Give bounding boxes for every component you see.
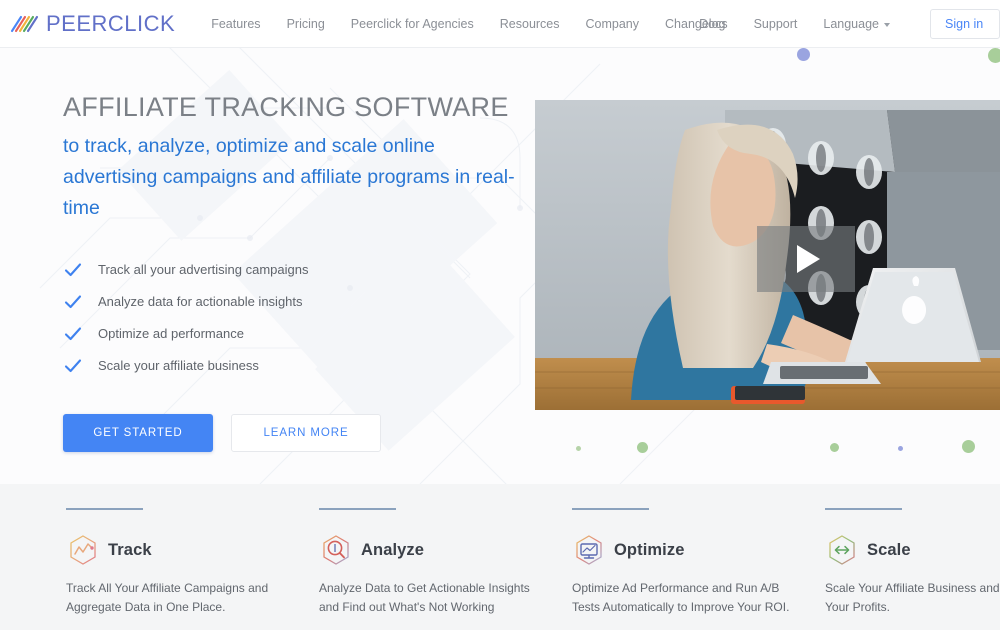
hero-copy: AFFILIATE TRACKING SOFTWARE to track, an… <box>63 92 533 453</box>
hero-video-thumbnail[interactable] <box>535 100 1000 410</box>
check-icon <box>64 263 82 276</box>
divider <box>66 508 143 510</box>
brand-name: PEERCLICK <box>46 10 176 36</box>
list-item: Track all your advertising campaigns <box>63 257 533 282</box>
feature-header: Scale <box>825 533 1000 567</box>
feature-description: Scale Your Affiliate Business and Multip… <box>825 581 1000 615</box>
nav-item-resources[interactable]: Resources <box>500 17 560 31</box>
nav-item-agencies[interactable]: Peerclick for Agencies <box>351 17 474 31</box>
feature-card-scale: Scale Scale Your Affiliate Business and … <box>825 484 1000 618</box>
learn-more-button[interactable]: LEARN MORE <box>231 414 381 453</box>
feature-title: Track <box>108 540 152 559</box>
secondary-nav: Docs Support Language Sign in <box>699 0 1000 48</box>
list-item-label: Optimize ad performance <box>98 326 244 342</box>
sign-in-button[interactable]: Sign in <box>930 9 1000 39</box>
feature-title: Optimize <box>614 540 685 559</box>
check-icon <box>64 359 82 372</box>
decor-dot-green-2 <box>637 442 648 453</box>
decor-dot-green-3 <box>830 443 839 452</box>
chevron-down-icon <box>884 22 890 27</box>
hero-feature-list: Track all your advertising campaigns Ana… <box>63 257 533 378</box>
get-started-button[interactable]: GET STARTED <box>63 414 213 453</box>
optimize-hexagon-monitor-icon <box>576 535 602 565</box>
divider <box>572 508 649 510</box>
decor-dot-green-1 <box>576 446 581 451</box>
nav-item-pricing[interactable]: Pricing <box>287 17 325 31</box>
features-section: Track Track All Your Affiliate Campaigns… <box>0 484 1000 630</box>
feature-description: Analyze Data to Get Actionable Insights … <box>319 581 530 615</box>
hero-section: AFFILIATE TRACKING SOFTWARE to track, an… <box>0 48 1000 484</box>
feature-card-track: Track Track All Your Affiliate Campaigns… <box>66 484 319 618</box>
feature-description: Optimize Ad Performance and Run A/B Test… <box>572 581 790 615</box>
features-grid: Track Track All Your Affiliate Campaigns… <box>66 484 1000 618</box>
nav-item-support[interactable]: Support <box>754 17 798 31</box>
list-item-label: Scale your affiliate business <box>98 358 259 374</box>
hero-title: AFFILIATE TRACKING SOFTWARE <box>63 92 509 122</box>
feature-card-analyze: Analyze Analyze Data to Get Actionable I… <box>319 484 572 618</box>
list-item: Optimize ad performance <box>63 321 533 346</box>
feature-description: Track All Your Affiliate Campaigns and A… <box>66 581 269 615</box>
scale-hexagon-arrows-icon <box>829 535 855 565</box>
decor-dot-purple <box>797 48 810 61</box>
peerclick-stripes-logo-icon <box>10 15 39 32</box>
primary-nav: Features Pricing Peerclick for Agencies … <box>211 17 725 31</box>
divider <box>825 508 902 510</box>
play-triangle-icon <box>797 245 820 273</box>
nav-item-company[interactable]: Company <box>586 17 640 31</box>
feature-title: Analyze <box>361 540 425 559</box>
check-icon <box>64 295 82 308</box>
hero-cta-row: GET STARTED LEARN MORE <box>63 414 533 453</box>
list-item: Analyze data for actionable insights <box>63 289 533 314</box>
feature-header: Track <box>66 533 319 567</box>
brand-logo[interactable]: PEERCLICK <box>10 11 175 37</box>
nav-item-docs[interactable]: Docs <box>699 17 727 31</box>
feature-header: Analyze <box>319 533 572 567</box>
feature-header: Optimize <box>572 533 825 567</box>
list-item-label: Analyze data for actionable insights <box>98 294 303 310</box>
check-icon <box>64 327 82 340</box>
list-item-label: Track all your advertising campaigns <box>98 262 309 278</box>
feature-card-optimize: Optimize Optimize Ad Performance and Run… <box>572 484 825 618</box>
feature-title: Scale <box>867 540 911 559</box>
decor-dot-purple-2 <box>898 446 903 451</box>
hero-subtitle: to track, analyze, optimize and scale on… <box>63 135 515 219</box>
site-header: PEERCLICK Features Pricing Peerclick for… <box>0 0 1000 48</box>
nav-item-features[interactable]: Features <box>211 17 260 31</box>
decor-dot-green-topright <box>988 48 1000 63</box>
nav-item-language[interactable]: Language <box>823 17 890 31</box>
track-hexagon-chart-icon <box>70 535 96 565</box>
video-play-button[interactable] <box>757 226 855 292</box>
divider <box>319 508 396 510</box>
list-item: Scale your affiliate business <box>63 353 533 378</box>
nav-item-language-label: Language <box>823 17 879 31</box>
analyze-hexagon-magnifier-icon <box>323 535 349 565</box>
decor-dot-green-4 <box>962 440 975 453</box>
